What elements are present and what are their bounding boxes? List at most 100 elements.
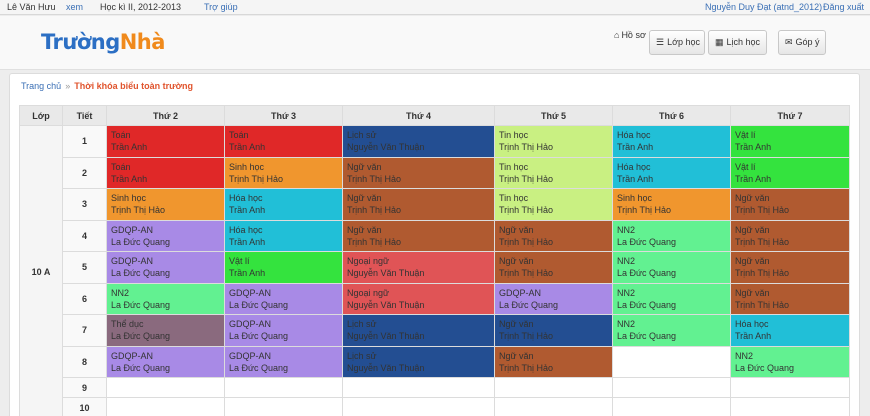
- empty-lesson-cell[interactable]: [224, 397, 343, 416]
- lesson-subject: Ngữ văn: [735, 224, 770, 235]
- lesson-cell[interactable]: Toán Trần Anh: [224, 125, 343, 158]
- lesson-cell[interactable]: Hóa học Trần Anh: [224, 219, 343, 252]
- list-icon: ☰: [656, 37, 665, 47]
- lesson-cell[interactable]: NN2 La Đức Quang: [612, 251, 731, 284]
- logo[interactable]: TrườngNhà: [41, 30, 165, 54]
- lesson-cell[interactable]: Ngữ văn Trịnh Thị Hảo: [342, 188, 495, 221]
- lesson-teacher: La Đức Quang: [229, 299, 289, 310]
- timetable-row: 10: [20, 397, 850, 416]
- lesson-cell[interactable]: GDQP-AN La Đức Quang: [106, 251, 225, 284]
- timetable-body: 10 A 1 Toán Trần Anh Toán Trần Anh Lịch sử Nguy…: [19, 125, 850, 416]
- timetable-row: 5 GDQP-AN La Đức Quang Vật lí Trần Anh Ngoại …: [20, 251, 850, 284]
- lesson-cell[interactable]: Ngữ văn Trịnh Thị Hảo: [342, 219, 495, 252]
- view-profile-link[interactable]: xem: [66, 2, 83, 13]
- empty-lesson-cell[interactable]: [612, 377, 731, 398]
- lesson-cell[interactable]: Tin học Trịnh Thị Hảo: [494, 188, 613, 221]
- empty-lesson-cell[interactable]: [612, 397, 731, 416]
- lesson-teacher: Nguyễn Văn Thuận: [347, 299, 425, 310]
- lesson-teacher: Trịnh Thị Hảo: [735, 268, 790, 279]
- lesson-cell[interactable]: GDQP-AN La Đức Quang: [224, 282, 343, 315]
- lesson-cell[interactable]: Ngữ văn Trịnh Thị Hảo: [342, 156, 495, 189]
- help-link[interactable]: Trợ giúp: [204, 2, 238, 13]
- lesson-cell[interactable]: Hóa học Trần Anh: [730, 314, 850, 347]
- lesson-cell[interactable]: Ngoại ngữ Nguyễn Văn Thuận: [342, 282, 495, 315]
- lesson-cell[interactable]: Lịch sử Nguyễn Văn Thuận: [342, 314, 495, 347]
- schedule-button[interactable]: ▦ Lịch học: [708, 30, 767, 55]
- empty-lesson-cell[interactable]: [730, 397, 850, 416]
- account-link[interactable]: Nguyễn Duy Đạt (atnd_2012): [705, 2, 822, 13]
- lesson-cell[interactable]: Ngữ văn Trịnh Thị Hảo: [730, 219, 850, 252]
- lesson-teacher: Trịnh Thị Hảo: [111, 205, 166, 216]
- lesson-cell[interactable]: Ngoại ngữ Nguyễn Văn Thuận: [342, 251, 495, 284]
- lesson-cell[interactable]: Tin học Trịnh Thị Hảo: [494, 125, 613, 158]
- period-number: 7: [62, 314, 107, 347]
- lesson-cell[interactable]: Hóa học Trần Anh: [224, 188, 343, 221]
- lesson-teacher: La Đức Quang: [111, 299, 171, 310]
- empty-lesson-cell[interactable]: [494, 397, 613, 416]
- lesson-subject: Vật lí: [735, 130, 756, 141]
- top-bar: Lê Văn Hưu xem Học kì II, 2012-2013 Trợ …: [0, 0, 870, 15]
- breadcrumb-home[interactable]: Trang chủ: [21, 81, 61, 91]
- lesson-cell[interactable]: Ngữ văn Trịnh Thị Hảo: [494, 314, 613, 347]
- lesson-cell[interactable]: Vật lí Trần Anh: [730, 125, 850, 158]
- empty-lesson-cell[interactable]: [224, 377, 343, 398]
- lesson-teacher: La Đức Quang: [229, 362, 289, 373]
- header-tuesday: Thứ 3: [224, 105, 343, 126]
- schedule-button-label: Lịch học: [726, 37, 761, 47]
- term-label: Học kì II, 2012-2013: [100, 2, 182, 12]
- lesson-cell[interactable]: Lịch sử Nguyễn Văn Thuận: [342, 125, 495, 158]
- feedback-button[interactable]: ✉ Góp ý: [778, 30, 826, 55]
- lesson-teacher: Trần Anh: [229, 236, 266, 247]
- logout-link[interactable]: Đăng xuất: [823, 2, 864, 13]
- lesson-cell[interactable]: Tin học Trịnh Thị Hảo: [494, 156, 613, 189]
- empty-lesson-cell[interactable]: [106, 397, 225, 416]
- lesson-teacher: Trần Anh: [735, 173, 772, 184]
- lesson-teacher: Nguyễn Văn Thuận: [347, 362, 425, 373]
- lesson-cell[interactable]: NN2 La Đức Quang: [106, 282, 225, 315]
- lesson-cell[interactable]: Ngữ văn Trịnh Thị Hảo: [730, 251, 850, 284]
- lesson-cell[interactable]: NN2 La Đức Quang: [612, 282, 731, 315]
- lesson-cell[interactable]: Ngữ văn Trịnh Thị Hảo: [730, 188, 850, 221]
- lesson-cell[interactable]: NN2 La Đức Quang: [612, 219, 731, 252]
- lesson-teacher: Trần Anh: [617, 173, 654, 184]
- lesson-cell[interactable]: Ngữ văn Trịnh Thị Hảo: [494, 251, 613, 284]
- timetable-header-row: Lớp Tiết Thứ 2 Thứ 3 Thứ 4 Thứ 5 Thứ 6 T…: [19, 105, 850, 126]
- lesson-subject: Hóa học: [617, 130, 651, 141]
- lesson-cell[interactable]: Vật lí Trần Anh: [730, 156, 850, 189]
- empty-lesson-cell[interactable]: [730, 377, 850, 398]
- lesson-cell[interactable]: GDQP-AN La Đức Quang: [106, 219, 225, 252]
- lesson-cell[interactable]: NN2 La Đức Quang: [730, 345, 850, 378]
- empty-lesson-cell[interactable]: [612, 345, 731, 378]
- lesson-cell[interactable]: Thể dục La Đức Quang: [106, 314, 225, 347]
- lesson-cell[interactable]: Lịch sử Nguyễn Văn Thuận: [342, 345, 495, 378]
- lesson-cell[interactable]: GDQP-AN La Đức Quang: [224, 314, 343, 347]
- lesson-cell[interactable]: Ngữ văn Trịnh Thị Hảo: [494, 219, 613, 252]
- lesson-cell[interactable]: Toán Trần Anh: [106, 156, 225, 189]
- period-number: 1: [62, 125, 107, 158]
- lesson-cell[interactable]: GDQP-AN La Đức Quang: [224, 345, 343, 378]
- lesson-cell[interactable]: GDQP-AN La Đức Quang: [494, 282, 613, 315]
- empty-lesson-cell[interactable]: [106, 377, 225, 398]
- lesson-subject: Tin học: [499, 193, 529, 204]
- lesson-cell[interactable]: Ngữ văn Trịnh Thị Hảo: [730, 282, 850, 315]
- lesson-cell[interactable]: Sinh học Trịnh Thị Hảo: [612, 188, 731, 221]
- lesson-cell[interactable]: Sinh học Trịnh Thị Hảo: [106, 188, 225, 221]
- lesson-cell[interactable]: NN2 La Đức Quang: [612, 314, 731, 347]
- profile-link[interactable]: ⌂ Hồ sơ: [614, 30, 646, 40]
- lesson-cell[interactable]: Hóa học Trần Anh: [612, 125, 731, 158]
- lesson-cell[interactable]: Ngữ văn Trịnh Thị Hảo: [494, 345, 613, 378]
- empty-lesson-cell[interactable]: [342, 397, 495, 416]
- lesson-cell[interactable]: Sinh học Trịnh Thị Hảo: [224, 156, 343, 189]
- lesson-cell[interactable]: GDQP-AN La Đức Quang: [106, 345, 225, 378]
- lesson-teacher: Trịnh Thị Hảo: [735, 299, 790, 310]
- class-button[interactable]: ☰ Lớp học: [649, 30, 705, 55]
- timetable-row: 2 Toán Trần Anh Sinh học Trịnh Thị Hảo Ngữ vă…: [20, 156, 850, 189]
- lesson-subject: Hóa học: [735, 319, 769, 330]
- lesson-teacher: Trịnh Thị Hảo: [229, 173, 284, 184]
- lesson-cell[interactable]: Vật lí Trần Anh: [224, 251, 343, 284]
- empty-lesson-cell[interactable]: [494, 377, 613, 398]
- lesson-cell[interactable]: Hóa học Trần Anh: [612, 156, 731, 189]
- empty-lesson-cell[interactable]: [342, 377, 495, 398]
- lesson-cell[interactable]: Toán Trần Anh: [106, 125, 225, 158]
- lesson-subject: Ngữ văn: [735, 256, 770, 267]
